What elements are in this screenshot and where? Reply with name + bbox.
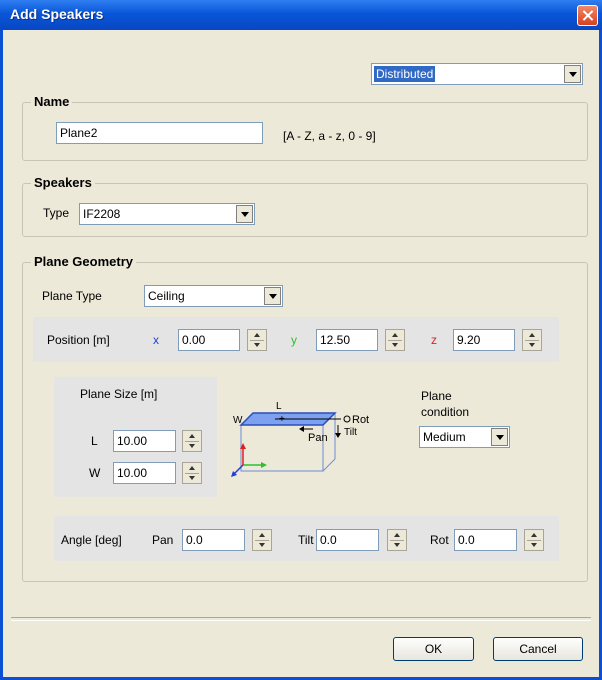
position-panel: Position [m] x 0.00 y 12.50 z 9.20 — [33, 317, 559, 362]
plane-condition-select[interactable]: Medium — [419, 426, 510, 448]
mode-select[interactable]: Distributed — [371, 63, 583, 85]
name-hint: [A - Z, a - z, 0 - 9] — [283, 129, 376, 143]
diagram-l-label: L — [276, 401, 282, 412]
add-speakers-dialog: Add Speakers Distributed Name Plane2 [A … — [0, 0, 602, 680]
angle-panel: Angle [deg] Pan 0.0 Tilt 0.0 Rot 0.0 — [54, 516, 559, 561]
rot-label: Rot — [430, 533, 449, 547]
plane-geometry-diagram: + W L Rot Pan Tilt — [223, 387, 413, 482]
cancel-button[interactable]: Cancel — [493, 637, 583, 661]
y-label: y — [291, 333, 297, 347]
speaker-type-select[interactable]: IF2208 — [79, 203, 255, 225]
speakers-group-label: Speakers — [31, 175, 95, 190]
plane-geometry-label: Plane Geometry — [31, 254, 136, 269]
plane-type-value: Ceiling — [148, 289, 185, 303]
length-input[interactable]: 10.00 — [113, 430, 176, 452]
diagram-tilt-label: Tilt — [344, 427, 357, 438]
title-bar[interactable]: Add Speakers — [0, 0, 602, 30]
window-title: Add Speakers — [10, 6, 104, 22]
chevron-down-icon[interactable] — [491, 428, 508, 446]
speaker-type-value: IF2208 — [83, 207, 121, 221]
angle-label: Angle [deg] — [61, 533, 122, 547]
diagram-w-label: W — [233, 415, 243, 426]
diagram-rot-label: Rot — [352, 414, 369, 426]
speakers-group: Speakers Type IF2208 — [22, 175, 588, 237]
close-button[interactable] — [577, 5, 598, 26]
l-label: L — [91, 434, 98, 448]
tilt-label: Tilt — [298, 533, 314, 547]
x-label: x — [153, 333, 159, 347]
separator — [11, 617, 591, 621]
position-y-spinner[interactable] — [385, 329, 405, 351]
chevron-down-icon[interactable] — [264, 287, 281, 305]
plane-condition-label-1: Plane — [421, 389, 452, 403]
position-z-spinner[interactable] — [522, 329, 542, 351]
plane-condition-value: Medium — [423, 430, 466, 444]
tilt-spinner[interactable] — [387, 529, 407, 551]
position-y-input[interactable]: 12.50 — [316, 329, 378, 351]
position-label: Position [m] — [47, 333, 110, 347]
mode-select-value: Distributed — [374, 66, 436, 82]
name-group: Name Plane2 [A - Z, a - z, 0 - 9] — [22, 94, 588, 161]
length-spinner[interactable] — [182, 430, 202, 452]
plane-size-label: Plane Size [m] — [80, 387, 158, 401]
pan-input[interactable]: 0.0 — [182, 529, 245, 551]
position-z-input[interactable]: 9.20 — [453, 329, 515, 351]
width-input[interactable]: 10.00 — [113, 462, 176, 484]
tilt-input[interactable]: 0.0 — [316, 529, 379, 551]
position-x-spinner[interactable] — [247, 329, 267, 351]
plane-size-panel: Plane Size [m] L 10.00 W 10.00 — [54, 377, 217, 497]
ok-button[interactable]: OK — [393, 637, 474, 661]
plane-diagram-svg: + W L Rot Pan Tilt — [231, 401, 369, 477]
z-label: z — [431, 333, 437, 347]
width-spinner[interactable] — [182, 462, 202, 484]
type-label: Type — [43, 206, 70, 220]
diagram-pan-label: Pan — [308, 432, 328, 444]
plane-condition-label-2: condition — [421, 405, 470, 419]
chevron-down-icon[interactable] — [564, 65, 581, 83]
rot-spinner[interactable] — [524, 529, 544, 551]
name-input[interactable]: Plane2 — [56, 122, 263, 144]
pan-spinner[interactable] — [252, 529, 272, 551]
pan-label: Pan — [152, 533, 174, 547]
name-group-label: Name — [31, 94, 73, 109]
w-label: W — [89, 466, 101, 480]
plane-type-label: Plane Type — [42, 289, 102, 303]
plane-type-select[interactable]: Ceiling — [144, 285, 283, 307]
rot-input[interactable]: 0.0 — [454, 529, 517, 551]
chevron-down-icon[interactable] — [236, 205, 253, 223]
position-x-input[interactable]: 0.00 — [178, 329, 240, 351]
svg-text:+: + — [279, 414, 285, 425]
plane-geometry-group: Plane Geometry Plane Type Ceiling Positi… — [22, 254, 588, 582]
